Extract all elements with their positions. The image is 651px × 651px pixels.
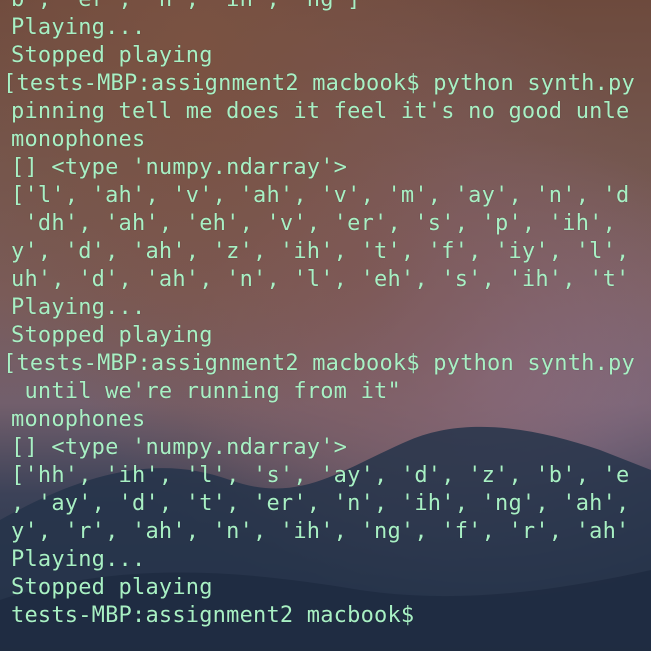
terminal-line: Stopped playing bbox=[11, 43, 213, 68]
terminal-line: , 'ay', 'd', 't', 'er', 'n', 'ih', 'ng',… bbox=[11, 491, 630, 516]
terminal-window[interactable]: b', 'er', 'n', 'ih', 'ng'] Playing... St… bbox=[0, 0, 651, 651]
terminal-line: monophones bbox=[11, 127, 146, 152]
terminal-line: Stopped playing bbox=[11, 575, 213, 600]
terminal-line: Playing... bbox=[11, 295, 146, 320]
terminal-line: monophones bbox=[11, 407, 146, 432]
terminal-line: Playing... bbox=[11, 547, 146, 572]
terminal-prompt-line: [tests-MBP:assignment2 macbook$ python s… bbox=[3, 71, 635, 96]
terminal-line: y', 'r', 'ah', 'n', 'ih', 'ng', 'f', 'r'… bbox=[11, 519, 630, 544]
terminal-line: Stopped playing bbox=[11, 323, 213, 348]
terminal-line: 'dh', 'ah', 'eh', 'v', 'er', 's', 'p', '… bbox=[11, 211, 617, 236]
terminal-prompt-line: [tests-MBP:assignment2 macbook$ python s… bbox=[3, 351, 635, 376]
terminal-line: ['l', 'ah', 'v', 'ah', 'v', 'm', 'ay', '… bbox=[11, 183, 630, 208]
terminal-line: uh', 'd', 'ah', 'n', 'l', 'eh', 's', 'ih… bbox=[11, 267, 630, 292]
terminal-line: b', 'er', 'n', 'ih', 'ng'] bbox=[0, 0, 651, 14]
terminal-line: y', 'd', 'ah', 'z', 'ih', 't', 'f', 'iy'… bbox=[11, 239, 630, 264]
terminal-line: [] <type 'numpy.ndarray'> bbox=[11, 435, 348, 460]
terminal-current-prompt[interactable]: tests-MBP:assignment2 macbook$ bbox=[0, 602, 651, 630]
terminal-line: pinning tell me does it feel it's no goo… bbox=[11, 99, 630, 124]
terminal-line: Playing... bbox=[11, 15, 146, 40]
terminal-line: ['hh', 'ih', 'l', 's', 'ay', 'd', 'z', '… bbox=[11, 463, 630, 488]
terminal-output: b', 'er', 'n', 'ih', 'ng'] Playing... St… bbox=[0, 0, 651, 630]
terminal-line: until we're running from it" bbox=[11, 379, 401, 404]
terminal-line: [] <type 'numpy.ndarray'> bbox=[11, 155, 348, 180]
